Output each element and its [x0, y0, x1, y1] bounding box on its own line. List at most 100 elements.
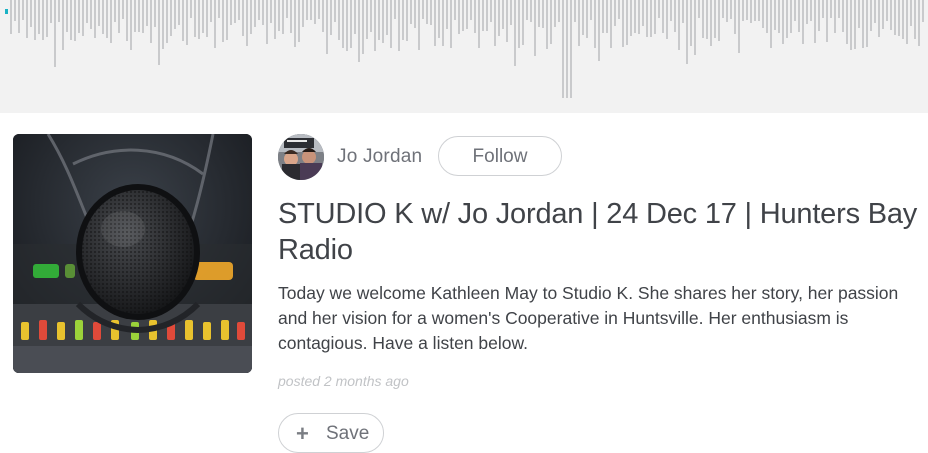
waveform-bar	[50, 0, 52, 23]
waveform-bar	[158, 0, 160, 65]
waveform-bar	[858, 0, 860, 28]
author-name[interactable]: Jo Jordan	[337, 146, 422, 168]
waveform-bar	[682, 0, 684, 23]
waveform-bar	[878, 0, 880, 37]
waveform-bar	[794, 0, 796, 21]
waveform-bar	[690, 0, 692, 46]
waveform-bar	[530, 0, 532, 22]
waveform-bar	[726, 0, 728, 22]
waveform-bar	[214, 0, 216, 48]
waveform-bar	[918, 0, 920, 46]
waveform-bar	[222, 0, 224, 42]
author-avatar[interactable]	[278, 134, 324, 180]
post-title[interactable]: STUDIO K w/ Jo Jordan | 24 Dec 17 | Hunt…	[278, 196, 918, 268]
waveform-bar	[554, 0, 556, 27]
waveform-bar	[118, 0, 120, 33]
waveform-bar	[710, 0, 712, 46]
waveform-bar	[494, 0, 496, 46]
waveform-bar	[610, 0, 612, 48]
waveform-bars[interactable]	[0, 0, 928, 113]
waveform-bar	[142, 0, 144, 33]
waveform-bar	[886, 0, 888, 21]
waveform-bar	[210, 0, 212, 22]
waveform-bar	[866, 0, 868, 47]
waveform-bar	[126, 0, 128, 41]
waveform-bar	[754, 0, 756, 21]
waveform-bar	[894, 0, 896, 35]
waveform-bar	[774, 0, 776, 30]
waveform-bar	[94, 0, 96, 38]
waveform-bar	[850, 0, 852, 50]
waveform-bar	[418, 0, 420, 50]
waveform-bar	[818, 0, 820, 31]
waveform-bar	[702, 0, 704, 38]
waveform-bar	[62, 0, 64, 50]
waveform-bar	[310, 0, 312, 20]
waveform-bar	[390, 0, 392, 48]
waveform-bar	[274, 0, 276, 39]
plus-icon: +	[296, 421, 309, 446]
waveform-bar	[38, 0, 40, 34]
waveform-bar	[150, 0, 152, 43]
waveform-bar	[742, 0, 744, 21]
waveform-bar	[810, 0, 812, 21]
waveform-bar	[502, 0, 504, 29]
waveform-bar	[14, 0, 16, 21]
waveform-bar	[874, 0, 876, 23]
waveform-bar	[346, 0, 348, 51]
waveform-bar	[322, 0, 324, 32]
waveform-bar	[382, 0, 384, 43]
waveform-bar	[22, 0, 24, 20]
waveform-bar	[630, 0, 632, 36]
save-button[interactable]: + Save	[278, 413, 384, 453]
waveform-bar	[366, 0, 368, 39]
waveform-bar	[298, 0, 300, 42]
follow-button[interactable]: Follow	[438, 136, 562, 176]
waveform-bar	[778, 0, 780, 33]
waveform-bar	[790, 0, 792, 33]
waveform-bar	[666, 0, 668, 39]
waveform-bar	[614, 0, 616, 26]
waveform-bar	[86, 0, 88, 23]
waveform-bar	[782, 0, 784, 44]
waveform-bar	[154, 0, 156, 27]
post-card: Jo Jordan Follow STUDIO K w/ Jo Jordan |…	[0, 113, 928, 453]
waveform-bar	[402, 0, 404, 40]
waveform-bar	[498, 0, 500, 36]
waveform-bar	[862, 0, 864, 48]
waveform-bar	[454, 0, 456, 20]
waveform-bar	[422, 0, 424, 19]
waveform-bar	[562, 0, 564, 98]
waveform-bar	[478, 0, 480, 48]
waveform-bar	[806, 0, 808, 24]
waveform-bar	[202, 0, 204, 33]
waveform-bar	[802, 0, 804, 44]
audio-waveform[interactable]	[0, 0, 928, 113]
waveform-bar	[458, 0, 460, 34]
waveform-bar	[34, 0, 36, 40]
waveform-bar	[470, 0, 472, 20]
waveform-bar	[538, 0, 540, 27]
waveform-bar	[482, 0, 484, 31]
waveform-bar	[90, 0, 92, 29]
waveform-bar	[414, 0, 416, 28]
waveform-bar	[566, 0, 568, 98]
waveform-bar	[678, 0, 680, 50]
waveform-bar	[634, 0, 636, 33]
waveform-bar	[882, 0, 884, 29]
waveform-bar	[622, 0, 624, 47]
waveform-bar	[442, 0, 444, 46]
waveform-bar	[206, 0, 208, 37]
waveform-bar	[306, 0, 308, 20]
waveform-bar	[406, 0, 408, 41]
waveform-bar	[78, 0, 80, 33]
waveform-bar	[734, 0, 736, 34]
waveform-bar	[922, 0, 924, 22]
playback-progress-marker	[5, 9, 8, 14]
waveform-bar	[290, 0, 292, 33]
waveform-bar	[250, 0, 252, 34]
waveform-bar	[558, 0, 560, 22]
waveform-bar	[82, 0, 84, 36]
waveform-bar	[438, 0, 440, 38]
waveform-bar	[46, 0, 48, 37]
